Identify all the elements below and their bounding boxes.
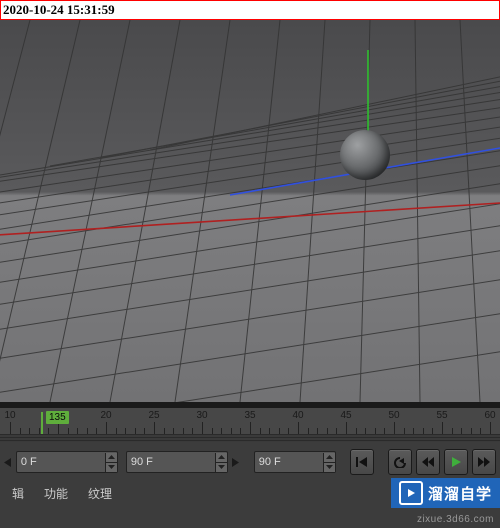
tick-label: 30 <box>196 410 207 421</box>
grid-svg <box>0 20 500 402</box>
watermark-badge: 溜溜自学 <box>391 478 500 508</box>
play-icon <box>450 456 462 468</box>
spin-up-icon[interactable] <box>323 453 335 463</box>
current-frame-field[interactable] <box>254 451 336 473</box>
tick-label: 60 <box>484 410 495 421</box>
tick-label: 25 <box>148 410 159 421</box>
tick-label: 50 <box>388 410 399 421</box>
tab-texture[interactable]: 纹理 <box>78 482 122 505</box>
timestamp-text: 2020-10-24 15:31:59 <box>1 1 499 19</box>
range-start-prev[interactable] <box>4 452 12 472</box>
spin-down-icon[interactable] <box>323 463 335 472</box>
next-frame-icon <box>477 456 491 468</box>
tab-function[interactable]: 功能 <box>34 482 78 505</box>
go-to-start-button[interactable] <box>350 449 374 475</box>
tick-label: 20 <box>100 410 111 421</box>
range-end-field[interactable] <box>126 451 228 473</box>
range-end-next[interactable] <box>232 452 240 472</box>
tick-label: 45 <box>340 410 351 421</box>
tick-label: 40 <box>292 410 303 421</box>
spin-down-icon[interactable] <box>105 463 117 472</box>
transport-bar <box>0 442 500 482</box>
spin-up-icon[interactable] <box>105 453 117 463</box>
tab-edit[interactable]: 辑 <box>2 482 34 505</box>
tick-label: 55 <box>436 410 447 421</box>
play-button[interactable] <box>444 449 468 475</box>
timestamp-overlay: 2020-10-24 15:31:59 <box>0 0 500 20</box>
next-frame-button[interactable] <box>472 449 496 475</box>
viewport-3d[interactable] <box>0 20 500 402</box>
spin-down-icon[interactable] <box>215 463 227 472</box>
tick-label: 10 <box>4 410 15 421</box>
timeline-ruler[interactable]: 1015202530354045505560 135 <box>0 408 500 434</box>
prev-key-icon <box>393 456 407 468</box>
prev-frame-button[interactable] <box>416 449 440 475</box>
spin-up-icon[interactable] <box>215 453 227 463</box>
prev-frame-icon <box>421 456 435 468</box>
range-start-field[interactable] <box>16 451 118 473</box>
watermark-play-icon <box>399 481 423 505</box>
playhead-frame-label: 135 <box>46 411 69 424</box>
go-to-start-icon <box>355 456 369 468</box>
range-end-input[interactable] <box>127 456 215 468</box>
range-start-input[interactable] <box>17 456 105 468</box>
watermark-brand: 溜溜自学 <box>428 483 492 504</box>
timeline-area: 1015202530354045505560 135 辑 功 <box>0 402 500 528</box>
sphere-object[interactable] <box>340 130 390 180</box>
prev-key-button[interactable] <box>388 449 412 475</box>
current-frame-input[interactable] <box>255 456 323 468</box>
tick-label: 35 <box>244 410 255 421</box>
playhead[interactable]: 135 <box>34 412 50 434</box>
watermark-url: zixue.3d66.com <box>417 514 494 525</box>
